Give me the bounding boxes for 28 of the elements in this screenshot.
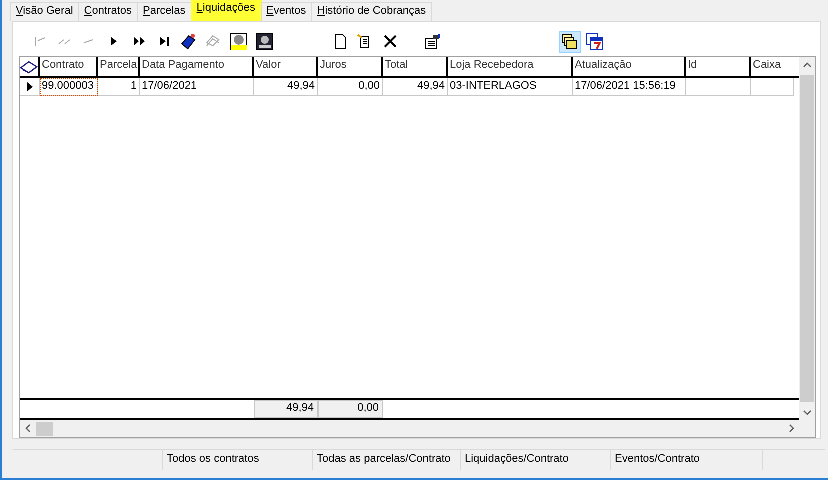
status-panel: Todos os contratos [163,450,313,470]
column-header[interactable]: Parcela [98,57,140,76]
status-panel: Liquidações/Contrato [461,450,611,470]
column-header[interactable]: Valor [254,57,318,76]
table-cell: 03-INTERLAGOS [448,78,573,96]
column-header[interactable]: Juros [318,57,383,76]
table-cell: 0,00 [318,78,383,96]
total-cell: 49,94 [254,400,318,418]
status-panel: Todas as parcelas/Contrato [313,450,461,470]
tab[interactable]: Eventos [260,2,312,21]
column-header[interactable]: Data Pagamento [140,57,254,76]
table-cell: 17/06/2021 15:56:19 [573,78,686,96]
status-panel: Eventos/Contrato [611,450,763,470]
table-cell: 49,94 [383,78,448,96]
total-cell: 0,00 [318,400,383,418]
column-header[interactable]: Contrato [40,57,98,76]
column-header[interactable]: Total [383,57,448,76]
table-cell: 17/06/2021 [140,78,254,96]
tab[interactable]: Visão Geral [10,2,80,21]
column-header[interactable]: Caixa [751,57,794,76]
table-cell: 99.000003 [40,78,98,96]
tab[interactable]: Liquidações [190,0,262,21]
column-header[interactable]: Atualização [573,57,686,76]
tab[interactable]: Histório de Cobranças [311,2,432,21]
table-cell: 49,94 [254,78,318,96]
column-header[interactable]: Id [686,57,751,76]
column-header[interactable]: Loja Recebedora [448,57,573,76]
table-cell: 1 [98,78,140,96]
